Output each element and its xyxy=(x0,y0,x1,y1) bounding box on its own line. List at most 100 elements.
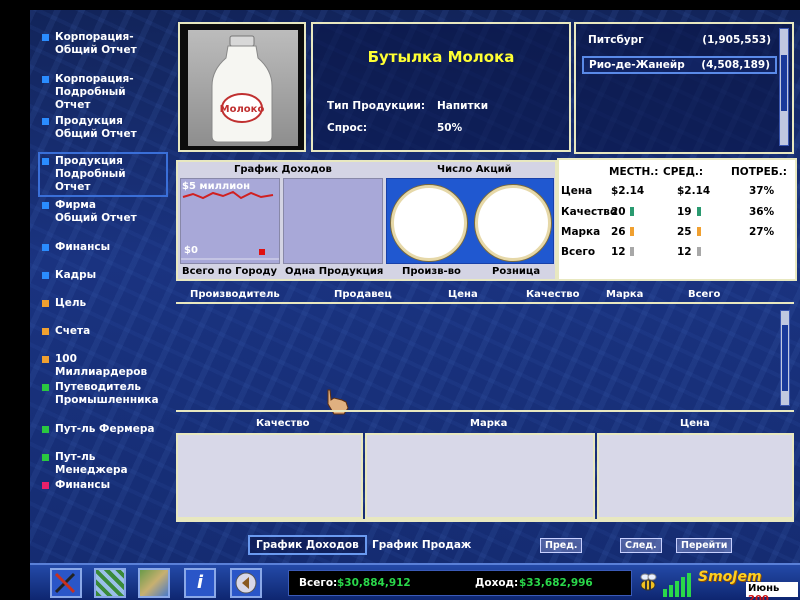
city-population: (4,508,189) xyxy=(701,59,770,71)
blue-bullet-icon xyxy=(42,202,49,209)
city-income-chart: $5 миллион $0 xyxy=(180,178,280,264)
status-bar: Всего: $30,884,912 Доход: $33,682,996 xyxy=(288,570,632,596)
single-product-chart xyxy=(283,178,383,264)
col-seller: Продавец xyxy=(334,289,392,300)
nav-staff[interactable]: Кадры xyxy=(40,268,166,283)
nav-line1: Финансы xyxy=(55,479,111,491)
world-map-button[interactable] xyxy=(138,568,170,598)
nav-line1: Цель xyxy=(55,297,87,309)
nav-line2: Промышленника xyxy=(55,394,159,406)
info-icon: i xyxy=(196,572,204,593)
nav-corp-detail[interactable]: Корпорация- Подробный Отчет xyxy=(40,72,166,113)
sellers-scrollbar[interactable] xyxy=(780,310,790,406)
row-total-label: Всего xyxy=(561,246,596,258)
taskbar: i Всего: $30,884,912 Доход: $33,682,996 xyxy=(30,563,800,600)
brand-local: 26 xyxy=(611,226,626,238)
blue-bullet-icon xyxy=(42,272,49,279)
bottle-label: Молоко xyxy=(220,104,265,115)
nav-line1: 100 Миллиардеров xyxy=(55,353,148,378)
product-type-value: Напитки xyxy=(437,100,489,112)
nav-line1: Пут-ль Фермера xyxy=(55,423,155,435)
nav-line2: Общий Отчет xyxy=(55,212,137,224)
nav-line1: Финансы xyxy=(55,241,111,253)
price-consumer: 37% xyxy=(749,185,775,197)
scroll-thumb[interactable] xyxy=(781,55,787,111)
nav-corp-summary[interactable]: Корпорация- Общий Отчет xyxy=(40,30,166,58)
brand-average-bar-icon xyxy=(697,227,701,236)
nav-line1: Фирма xyxy=(55,199,96,211)
next-button[interactable]: След. xyxy=(620,538,662,553)
green-bullet-icon xyxy=(42,426,49,433)
city-name: Рио-де-Жанейр xyxy=(589,59,685,71)
blue-bullet-icon xyxy=(42,118,49,125)
total-value: $30,884,912 xyxy=(337,577,411,589)
orange-bullet-icon xyxy=(42,300,49,307)
nav-billionaires[interactable]: 100 Миллиардеров xyxy=(40,352,166,380)
income-value: $33,682,996 xyxy=(519,577,593,589)
divider xyxy=(176,519,794,522)
hammer-icon xyxy=(54,572,76,594)
year: 200 xyxy=(748,594,769,600)
col-producer: Производитель xyxy=(190,289,280,300)
quality-local-bar-icon xyxy=(630,207,634,216)
nav-product-detail[interactable]: Продукция Подробный Отчет xyxy=(38,152,168,197)
bee-icon xyxy=(640,573,657,591)
shares-charts xyxy=(386,178,554,264)
col-price: Цена xyxy=(448,289,478,300)
nav-finance[interactable]: Финансы xyxy=(40,240,166,255)
nav-firm-summary[interactable]: Фирма Общий Отчет xyxy=(40,198,166,226)
production-share-pie xyxy=(391,185,467,261)
quality-average: 19 xyxy=(677,206,692,218)
col-brand: Марка xyxy=(606,289,644,300)
caption-production: Произв-во xyxy=(402,266,461,277)
col-price: Цена xyxy=(680,418,710,429)
blue-bullet-icon xyxy=(42,158,49,165)
sales-chart-button[interactable]: График Продаж xyxy=(366,537,477,553)
shares-title: Число Акций xyxy=(437,164,512,175)
city-list-scrollbar[interactable] xyxy=(779,28,789,146)
demand-value: 50% xyxy=(437,122,463,134)
prev-button[interactable]: Пред. xyxy=(540,538,583,553)
nav-industrialist-guide[interactable]: Путеводитель Промышленника xyxy=(40,380,166,408)
nav-accounts[interactable]: Счета xyxy=(40,324,166,339)
back-button[interactable] xyxy=(230,568,262,598)
green-bullet-icon xyxy=(42,384,49,391)
row-price-label: Цена xyxy=(561,185,593,197)
nav-manager-guide[interactable]: Пут-ль Менеджера xyxy=(40,450,166,478)
nav-line1: Кадры xyxy=(55,269,97,281)
quality-local: 20 xyxy=(611,206,626,218)
blue-bullet-icon xyxy=(42,34,49,41)
milk-bottle-icon: Молоко xyxy=(211,35,273,143)
nav-farmer-guide[interactable]: Пут-ль Фермера xyxy=(40,422,166,437)
scroll-thumb[interactable] xyxy=(782,325,788,391)
caption-one-product: Одна Продукция xyxy=(285,266,384,277)
total-average-bar-icon xyxy=(697,247,701,256)
brand-average: 25 xyxy=(677,226,692,238)
info-button[interactable]: i xyxy=(184,568,216,598)
nav-finance-2[interactable]: Финансы xyxy=(40,478,166,493)
city-row-selected[interactable]: Рио-де-Жанейр (4,508,189) xyxy=(582,56,777,74)
quality-average-bar-icon xyxy=(697,207,701,216)
city-row[interactable]: Питсбург (1,905,553) xyxy=(582,32,777,50)
total-average: 12 xyxy=(677,246,692,258)
col-brand: Марка xyxy=(470,418,508,429)
quality-chart-box xyxy=(176,433,363,519)
nav-line2: Общий Отчет xyxy=(55,128,137,140)
quality-consumer: 36% xyxy=(749,206,775,218)
income-chart-button[interactable]: График Доходов xyxy=(248,535,367,555)
sellers-table-header: Производитель Продавец Цена Качество Мар… xyxy=(176,287,794,303)
blue-bullet-icon xyxy=(42,76,49,83)
tools-button[interactable] xyxy=(50,568,82,598)
col-quality: Качество xyxy=(526,289,580,300)
product-image-panel: Молоко xyxy=(178,22,306,152)
goto-button[interactable]: Перейти xyxy=(676,538,733,553)
map-view-button[interactable] xyxy=(94,568,126,598)
green-bullet-icon xyxy=(42,454,49,461)
product-info-panel: Бутылка Молока Тип Продукции: Напитки Сп… xyxy=(311,22,571,152)
row-brand-label: Марка xyxy=(561,226,601,238)
nav-goal[interactable]: Цель xyxy=(40,296,166,311)
nav-line1: Пут-ль Менеджера xyxy=(55,451,128,476)
total-label: Всего: xyxy=(299,577,338,589)
orange-bullet-icon xyxy=(42,328,49,335)
nav-product-summary[interactable]: Продукция Общий Отчет xyxy=(40,114,166,142)
